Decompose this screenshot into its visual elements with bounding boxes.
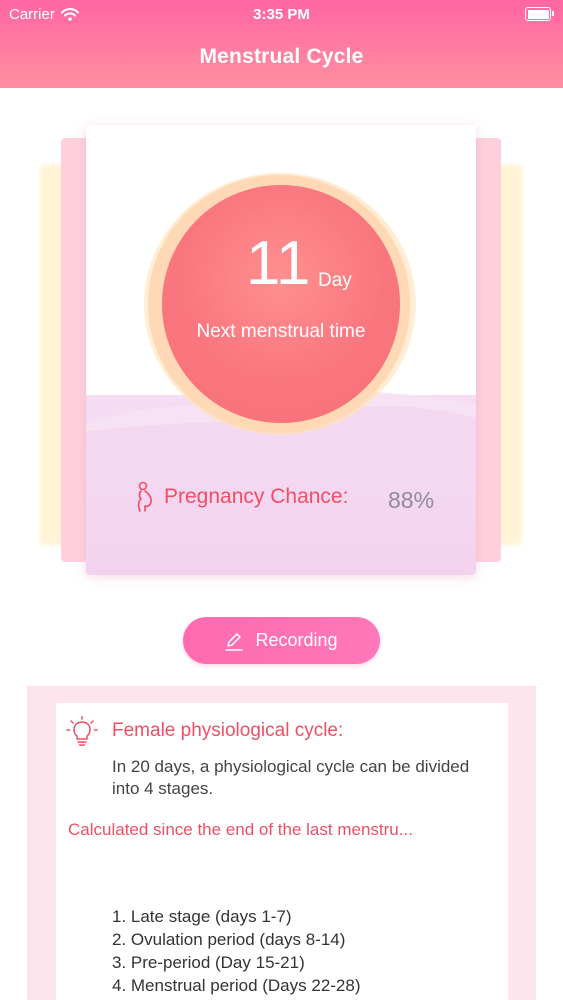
days-unit-label: Day	[318, 270, 352, 291]
next-menstrual-label: Next menstrual time	[196, 321, 366, 342]
pencil-icon	[225, 632, 244, 651]
recording-button-label: Recording	[255, 630, 338, 650]
pregnant-woman-icon	[137, 481, 152, 512]
page-title: Menstrual Cycle	[199, 45, 364, 68]
info-description: In 20 days, a physiological cycle can be…	[112, 757, 470, 798]
days-remaining: 11	[246, 229, 311, 298]
info-calculation-note: Calculated since the end of the last men…	[68, 820, 413, 839]
stage-list: 1. Late stage (days 1-7) 2. Ovulation pe…	[112, 905, 361, 997]
pregnancy-chance-label: Pregnancy Chance:	[164, 485, 349, 508]
list-item: 1. Late stage (days 1-7)	[112, 907, 292, 926]
pregnancy-chance-row: Pregnancy Chance:	[134, 481, 348, 513]
battery-icon	[525, 7, 554, 21]
lightbulb-icon	[66, 716, 98, 746]
app-header: Carrier 3:35 PM Menstrual Cycle	[0, 0, 563, 88]
info-title: Female physiological cycle:	[112, 720, 344, 741]
list-item: 3. Pre-period (Day 15-21)	[112, 953, 305, 972]
recording-button[interactable]: Recording	[183, 617, 380, 664]
pregnancy-chance-value: 88%	[388, 487, 435, 513]
status-bar: Carrier 3:35 PM	[0, 0, 563, 30]
status-time: 3:35 PM	[253, 6, 310, 23]
list-item: 4. Menstrual period (Days 22-28)	[112, 976, 361, 995]
countdown-circle	[162, 185, 400, 423]
cycle-card: 11 Day Next menstrual time Pregnancy Cha…	[86, 125, 476, 575]
list-item: 2. Ovulation period (days 8-14)	[112, 930, 346, 949]
